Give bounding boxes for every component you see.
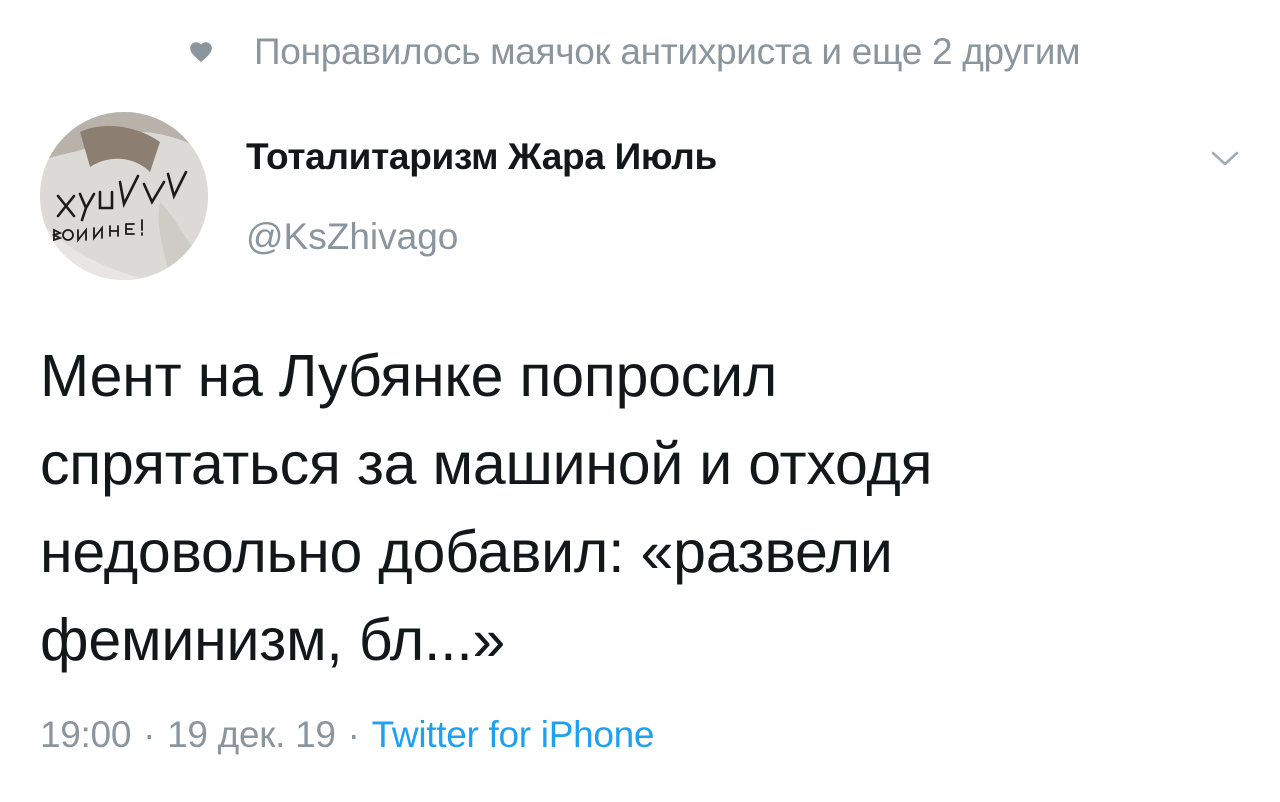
tweet-line: недовольно добавил: «развели — [40, 519, 893, 585]
heart-icon — [188, 39, 214, 65]
user-handle[interactable]: @KsZhivago — [246, 216, 458, 258]
chevron-down-icon[interactable] — [1208, 146, 1242, 172]
meta-separator: · — [347, 714, 360, 755]
tweet-source-link[interactable]: Twitter for iPhone — [372, 714, 655, 755]
tweet-time[interactable]: 19:00 — [40, 714, 131, 755]
meta-separator: · — [143, 714, 156, 755]
avatar[interactable] — [40, 112, 208, 280]
tweet-line: Мент на Лубянке попросил — [40, 343, 778, 409]
social-context[interactable]: Понравилось маячок антихриста и еще 2 др… — [188, 26, 1081, 78]
tweet-date[interactable]: 19 дек. 19 — [167, 714, 336, 755]
tweet-line: спрятаться за машиной и отходя — [40, 431, 933, 497]
liked-by-text: Понравилось маячок антихриста и еще 2 др… — [254, 31, 1081, 72]
display-name[interactable]: Тоталитаризм Жара Июль — [246, 136, 717, 178]
tweet-meta: 19:00 · 19 дек. 19 · Twitter for iPhone — [40, 714, 654, 756]
tweet-line: феминизм, бл...» — [40, 607, 506, 673]
tweet-text: Мент на Лубянке попросил спрятаться за м… — [40, 332, 1240, 684]
